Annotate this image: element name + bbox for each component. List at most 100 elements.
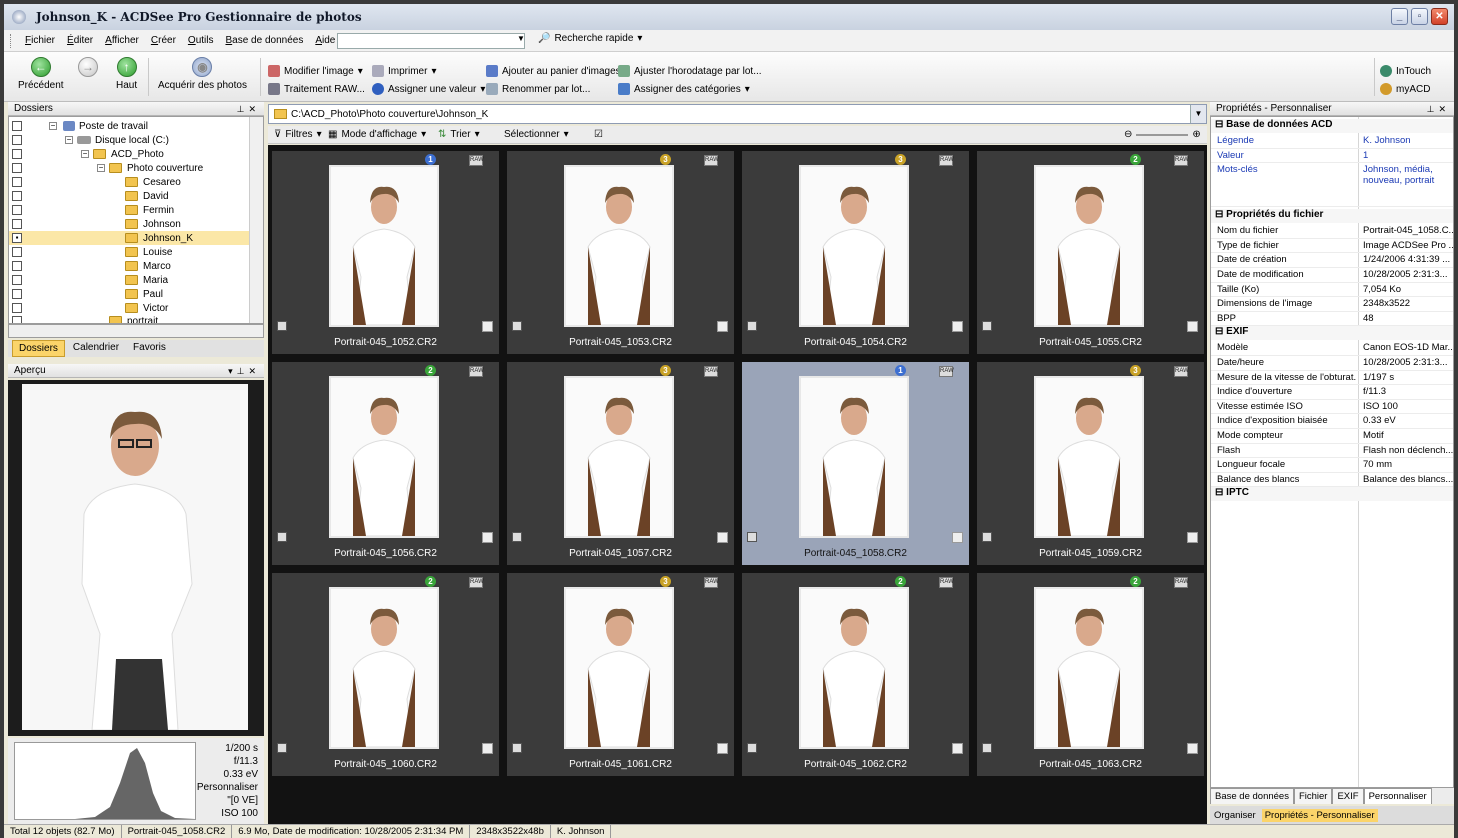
select-checkbox[interactable]: [952, 743, 963, 754]
up-button[interactable]: ↑ Haut: [116, 57, 137, 91]
property-section-header[interactable]: ⊟ Propriétés du fichier: [1211, 209, 1453, 224]
select-checkbox[interactable]: [482, 743, 493, 754]
check-icon[interactable]: ☑: [594, 129, 603, 140]
rating-badge[interactable]: 3: [660, 576, 671, 587]
select-checkbox[interactable]: [717, 743, 728, 754]
print-button[interactable]: Imprimer ▾: [372, 65, 436, 77]
select-checkbox[interactable]: [1187, 321, 1198, 332]
menu-database[interactable]: Base de données: [219, 35, 309, 46]
tab-file[interactable]: Fichier: [1293, 788, 1333, 804]
thumbnail-image[interactable]: [1034, 376, 1144, 538]
tree-item-workstation[interactable]: − Poste de travail: [9, 119, 249, 133]
address-dropdown[interactable]: ▼: [1190, 105, 1206, 123]
tree-item-victor[interactable]: Victor: [9, 301, 249, 315]
zoom-slider[interactable]: ⊖ ⊕: [1124, 129, 1201, 140]
rating-badge[interactable]: 3: [1130, 365, 1141, 376]
rating-badge[interactable]: 2: [895, 576, 906, 587]
select-checkbox[interactable]: [1187, 743, 1198, 754]
rating-badge[interactable]: 3: [660, 154, 671, 165]
tree-item-david[interactable]: David: [9, 189, 249, 203]
property-row[interactable]: Légende K. Johnson: [1211, 134, 1453, 149]
tree-checkbox[interactable]: [12, 261, 22, 271]
property-row[interactable]: Mots-clés Johnson, média, nouveau, portra…: [1211, 163, 1453, 208]
property-row[interactable]: Taille (Ko) 7,054 Ko: [1211, 283, 1453, 298]
select-checkbox[interactable]: [717, 321, 728, 332]
myacd-button[interactable]: myACD: [1380, 83, 1430, 95]
quick-search-input[interactable]: [337, 33, 525, 49]
property-row[interactable]: Type de fichier Image ACDSee Pro ...: [1211, 239, 1453, 254]
property-value[interactable]: K. Johnson: [1363, 135, 1453, 146]
thumbnail-tile[interactable]: 2 RAW Portrait-045_1060.CR2: [272, 573, 499, 776]
select-checkbox[interactable]: [482, 532, 493, 543]
tree-checkbox[interactable]: [12, 316, 22, 323]
address-bar[interactable]: C:\ACD_Photo\Photo couverture\Johnson_K …: [268, 104, 1207, 124]
batch-rename-button[interactable]: Renommer par lot...: [486, 83, 590, 95]
thumbnail-image[interactable]: [799, 376, 909, 538]
menu-tools[interactable]: Outils: [182, 35, 220, 46]
tree-checkbox[interactable]: [12, 191, 22, 201]
thumbnail-image[interactable]: [1034, 587, 1144, 749]
property-row[interactable]: Date/heure 10/28/2005 2:31:3...: [1211, 356, 1453, 371]
tree-checkbox[interactable]: [12, 275, 22, 285]
expand-toggle[interactable]: −: [49, 122, 57, 130]
select-checkbox[interactable]: [952, 532, 963, 543]
view-mode-button[interactable]: ▦ Mode d'affichage ▾: [328, 129, 426, 140]
tab-database[interactable]: Base de données: [1210, 788, 1294, 804]
tree-item-cesareo[interactable]: Cesareo: [9, 175, 249, 189]
pane-controls[interactable]: ⊥✕: [1427, 102, 1450, 116]
raw-button[interactable]: Traitement RAW...: [268, 83, 365, 95]
sort-button[interactable]: ⇅ Trier ▾: [438, 129, 480, 140]
quick-search-dropdown[interactable]: ▼: [516, 34, 526, 48]
menu-view[interactable]: Afficher: [99, 35, 145, 46]
tree-hscrollbar[interactable]: [8, 324, 264, 338]
pane-controls[interactable]: ⊥✕: [237, 102, 260, 116]
tree-item-fermin[interactable]: Fermin: [9, 203, 249, 217]
thumbnail-tile[interactable]: 2 RAW Portrait-045_1055.CR2: [977, 151, 1204, 354]
property-section-header[interactable]: ⊟ Base de données ACD: [1211, 119, 1453, 133]
tree-item-johnson[interactable]: Johnson: [9, 217, 249, 231]
tab-folders[interactable]: Dossiers: [12, 340, 65, 357]
property-section-header[interactable]: ⊟ IPTC: [1211, 487, 1453, 502]
thumbnail-image[interactable]: [329, 165, 439, 327]
expand-toggle[interactable]: −: [97, 164, 105, 172]
thumbnail-image[interactable]: [329, 587, 439, 749]
pane-controls[interactable]: ▾⊥✕: [228, 364, 260, 378]
tab-custom[interactable]: Personnaliser: [1363, 788, 1432, 804]
tree-item-johnson-k[interactable]: ▪ Johnson_K: [9, 231, 249, 245]
rating-badge[interactable]: 2: [425, 365, 436, 376]
thumbnail-image[interactable]: [564, 376, 674, 538]
intouch-button[interactable]: InTouch: [1380, 65, 1431, 77]
tree-checkbox[interactable]: [12, 205, 22, 215]
thumbnail-image[interactable]: [329, 376, 439, 538]
property-row[interactable]: Flash Flash non déclench...: [1211, 444, 1453, 459]
tree-checkbox[interactable]: [12, 163, 22, 173]
rating-badge[interactable]: 3: [895, 154, 906, 165]
tab-favorites[interactable]: Favoris: [127, 340, 172, 357]
tree-checkbox[interactable]: [12, 121, 22, 131]
assign-value-button[interactable]: Assigner une valeur ▾: [372, 83, 485, 95]
thumbnail-tile[interactable]: 3 RAW Portrait-045_1057.CR2: [507, 362, 734, 565]
tree-checkbox[interactable]: [12, 135, 22, 145]
tree-item-maria[interactable]: Maria: [9, 273, 249, 287]
tree-item-paul[interactable]: Paul: [9, 287, 249, 301]
tree-checkbox[interactable]: ▪: [12, 233, 22, 243]
forward-button[interactable]: →: [78, 57, 98, 77]
tree-item-local-disk[interactable]: − Disque local (C:): [9, 133, 249, 147]
acquire-button[interactable]: ◉ Acquérir des photos: [158, 57, 247, 91]
tree-checkbox[interactable]: [12, 289, 22, 299]
tab-organize[interactable]: Organiser: [1214, 810, 1256, 821]
back-button[interactable]: ← Précédent: [18, 57, 64, 91]
rating-badge[interactable]: 1: [425, 154, 436, 165]
select-checkbox[interactable]: [952, 321, 963, 332]
thumbnail-tile[interactable]: 2 RAW Portrait-045_1062.CR2: [742, 573, 969, 776]
batch-timestamp-button[interactable]: Ajuster l'horodatage par lot...: [618, 65, 762, 77]
thumbnail-tile[interactable]: 2 RAW Portrait-045_1063.CR2: [977, 573, 1204, 776]
tree-checkbox[interactable]: [12, 303, 22, 313]
thumbnail-tile[interactable]: 2 RAW Portrait-045_1056.CR2: [272, 362, 499, 565]
property-row[interactable]: Date de modification 10/28/2005 2:31:3...: [1211, 268, 1453, 283]
tree-checkbox[interactable]: [12, 149, 22, 159]
select-checkbox[interactable]: [717, 532, 728, 543]
property-section-header[interactable]: ⊟ EXIF: [1211, 326, 1453, 341]
assign-categories-button[interactable]: Assigner des catégories ▾: [618, 83, 750, 95]
tab-calendar[interactable]: Calendrier: [67, 340, 125, 357]
